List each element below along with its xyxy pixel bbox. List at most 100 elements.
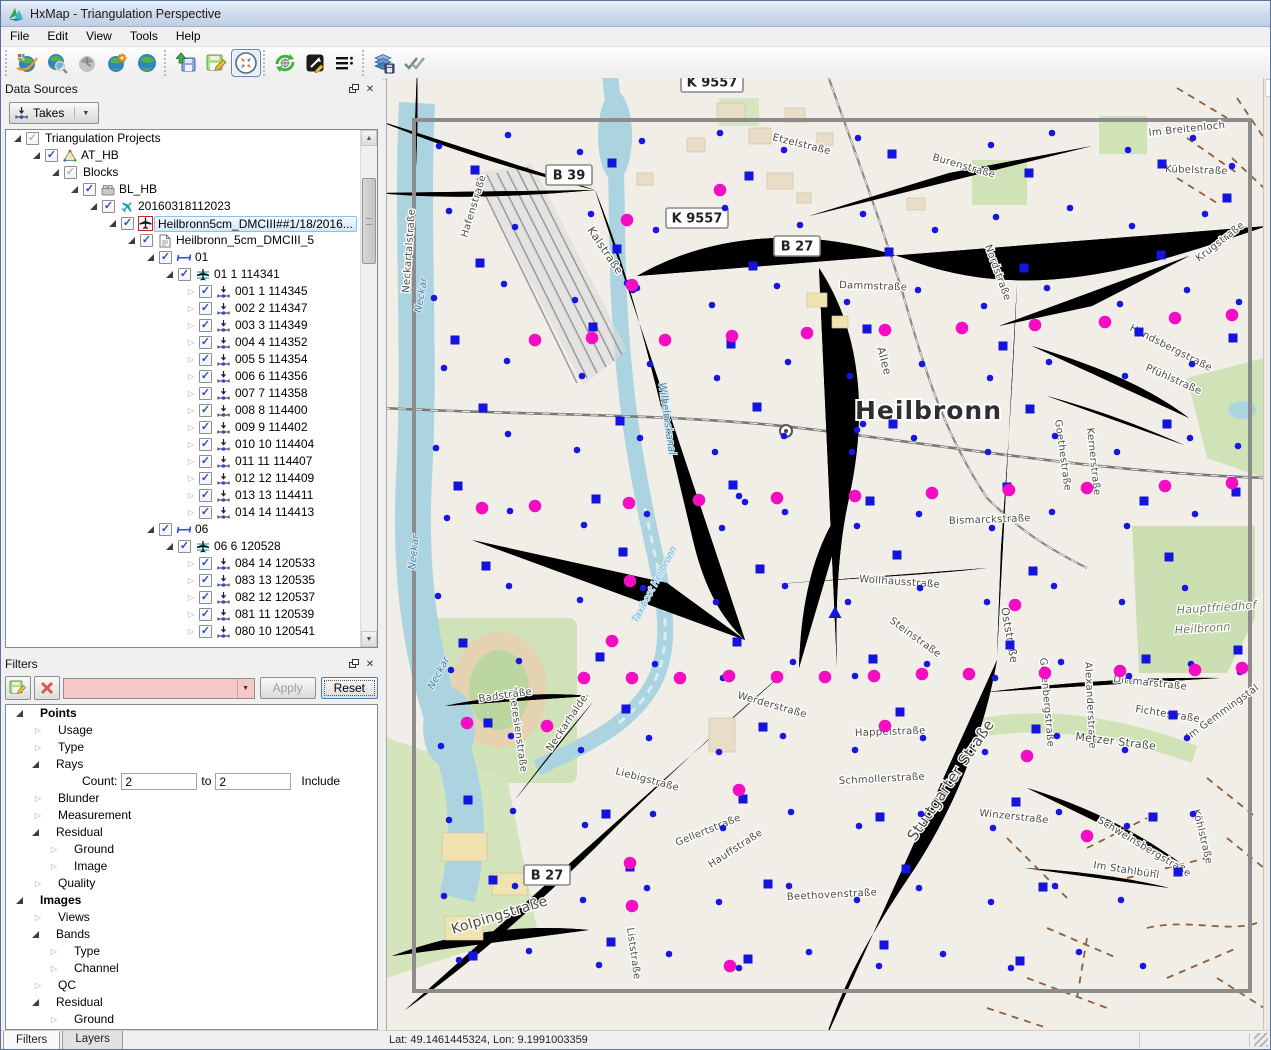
filters-tree[interactable]: Points▷Usage▷TypeRaysCount:toInclude▷Blu… bbox=[5, 704, 378, 1030]
expander-expanded-icon[interactable] bbox=[16, 710, 23, 717]
expander-collapsed-icon[interactable]: ▷ bbox=[185, 402, 197, 419]
expander-collapsed-icon[interactable]: ▷ bbox=[185, 487, 197, 504]
checkbox[interactable]: ✓ bbox=[199, 472, 212, 485]
menu-view[interactable]: View bbox=[77, 27, 121, 46]
expander-collapsed-icon[interactable]: ▷ bbox=[48, 960, 60, 977]
tree-item[interactable]: ▷✓084 14 120533 bbox=[6, 555, 377, 572]
expander-collapsed-icon[interactable]: ▷ bbox=[185, 453, 197, 470]
expander-expanded-icon[interactable] bbox=[14, 135, 21, 142]
filter-item[interactable]: Bands bbox=[6, 926, 377, 943]
filter-item[interactable]: ▷Ground bbox=[6, 1011, 377, 1028]
expander-collapsed-icon[interactable]: ▷ bbox=[185, 419, 197, 436]
expander-expanded-icon[interactable] bbox=[33, 152, 40, 159]
expander-collapsed-icon[interactable]: ▷ bbox=[32, 807, 44, 824]
layer-cache-button[interactable] bbox=[369, 49, 399, 77]
expander-expanded-icon[interactable] bbox=[32, 999, 39, 1006]
tree-item[interactable]: ▷✓006 6 114356 bbox=[6, 368, 377, 385]
tree-item[interactable]: ▷✓003 3 114349 bbox=[6, 317, 377, 334]
rays-count-to-input[interactable] bbox=[215, 773, 291, 790]
expander-expanded-icon[interactable] bbox=[32, 931, 39, 938]
validate-checks-button[interactable] bbox=[399, 49, 429, 77]
checkbox[interactable]: ✓ bbox=[83, 183, 96, 196]
checkbox[interactable]: ✓ bbox=[199, 285, 212, 298]
checkbox[interactable]: ✓ bbox=[64, 166, 77, 179]
checkbox[interactable]: ✓ bbox=[199, 404, 212, 417]
tree-item[interactable]: ▷✓001 1 114345 bbox=[6, 283, 377, 300]
expander-collapsed-icon[interactable]: ▷ bbox=[48, 858, 60, 875]
expander-expanded-icon[interactable] bbox=[90, 203, 97, 210]
checkbox[interactable]: ✓ bbox=[199, 387, 212, 400]
checkbox[interactable]: ✓ bbox=[199, 302, 212, 315]
checkbox[interactable]: ✓ bbox=[199, 506, 212, 519]
checkbox[interactable]: ✓ bbox=[199, 336, 212, 349]
checkbox[interactable]: ✓ bbox=[199, 455, 212, 468]
expander-expanded-icon[interactable] bbox=[147, 526, 154, 533]
save-filter-button[interactable] bbox=[5, 676, 31, 700]
filter-input[interactable] bbox=[64, 679, 237, 698]
expander-collapsed-icon[interactable]: ▷ bbox=[185, 300, 197, 317]
tree-item[interactable]: ▷✓007 7 114358 bbox=[6, 385, 377, 402]
checkbox[interactable]: ✓ bbox=[199, 574, 212, 587]
checkbox[interactable]: ✓ bbox=[199, 625, 212, 638]
expander-expanded-icon[interactable] bbox=[166, 543, 173, 550]
tree-item[interactable]: ✓06 bbox=[6, 521, 377, 538]
search-globe-button[interactable] bbox=[42, 49, 72, 77]
filter-item[interactable]: Rays bbox=[6, 756, 377, 773]
tab-layers[interactable]: Layers bbox=[62, 1031, 123, 1050]
title-bar[interactable]: HxMap - Triangulation Perspective bbox=[1, 1, 1270, 27]
expander-collapsed-icon[interactable]: ▷ bbox=[185, 623, 197, 640]
filter-item[interactable]: ▷Channel bbox=[6, 960, 377, 977]
expander-collapsed-icon[interactable]: ▷ bbox=[48, 943, 60, 960]
expander-collapsed-icon[interactable]: ▷ bbox=[32, 875, 44, 892]
save-edit-button[interactable] bbox=[201, 49, 231, 77]
tab-filters[interactable]: Filters bbox=[3, 1031, 60, 1050]
expander-collapsed-icon[interactable]: ▷ bbox=[32, 977, 44, 994]
filter-item[interactable]: ▷Usage bbox=[6, 722, 377, 739]
expander-collapsed-icon[interactable]: ▷ bbox=[32, 739, 44, 756]
checkbox[interactable]: ✓ bbox=[199, 489, 212, 502]
checkbox[interactable]: ✓ bbox=[178, 540, 191, 553]
tree-item[interactable]: ▷✓083 13 120535 bbox=[6, 572, 377, 589]
filter-item[interactable]: Residual bbox=[6, 824, 377, 841]
checkbox[interactable]: ✓ bbox=[199, 319, 212, 332]
expander-expanded-icon[interactable] bbox=[32, 761, 39, 768]
tree-item[interactable]: ✓Heilbronn5cm_DMCIII##1/18/2016... bbox=[6, 215, 377, 232]
filter-item[interactable]: Residual bbox=[6, 994, 377, 1011]
tree-item[interactable]: ✓Triangulation Projects bbox=[6, 130, 377, 147]
expander-collapsed-icon[interactable]: ▷ bbox=[32, 790, 44, 807]
expander-collapsed-icon[interactable]: ▷ bbox=[185, 351, 197, 368]
rays-count-from-input[interactable] bbox=[121, 773, 197, 790]
reset-button[interactable]: Reset bbox=[321, 677, 378, 699]
checkbox[interactable]: ✓ bbox=[26, 132, 39, 145]
float-pane-icon[interactable] bbox=[346, 657, 362, 671]
settings-globe-button[interactable] bbox=[102, 49, 132, 77]
filter-item[interactable]: ▷Ground bbox=[6, 841, 377, 858]
expander-collapsed-icon[interactable]: ▷ bbox=[185, 368, 197, 385]
filter-item[interactable]: ▷Type bbox=[6, 943, 377, 960]
expander-collapsed-icon[interactable]: ▷ bbox=[48, 841, 60, 858]
checkbox[interactable]: ✓ bbox=[199, 421, 212, 434]
checkbox[interactable]: ✓ bbox=[159, 251, 172, 264]
tree-item[interactable]: ▷✓014 14 114413 bbox=[6, 504, 377, 521]
filter-item[interactable]: ▷Image bbox=[6, 858, 377, 875]
tree-item[interactable]: ✓20160318112023 bbox=[6, 198, 377, 215]
expander-expanded-icon[interactable] bbox=[52, 169, 59, 176]
close-pane-icon[interactable]: ✕ bbox=[362, 82, 378, 96]
expander-collapsed-icon[interactable]: ▷ bbox=[185, 385, 197, 402]
expander-collapsed-icon[interactable]: ▷ bbox=[185, 572, 197, 589]
menu-file[interactable]: File bbox=[1, 27, 38, 46]
tree-item[interactable]: ▷✓013 13 114411 bbox=[6, 487, 377, 504]
checkbox[interactable]: ✓ bbox=[178, 268, 191, 281]
tree-item[interactable]: ▷✓080 10 120541 bbox=[6, 623, 377, 640]
tree-item[interactable]: ▷✓011 11 114407 bbox=[6, 453, 377, 470]
filter-item[interactable]: ▷Views bbox=[6, 909, 377, 926]
tree-item[interactable]: ▷✓004 4 114352 bbox=[6, 334, 377, 351]
offline-globe-button[interactable] bbox=[72, 49, 102, 77]
expander-collapsed-icon[interactable]: ▷ bbox=[185, 334, 197, 351]
tree-item[interactable]: ▷✓010 10 114404 bbox=[6, 436, 377, 453]
float-pane-icon[interactable] bbox=[346, 82, 362, 96]
edit-extent-button[interactable] bbox=[300, 49, 330, 77]
checkbox[interactable]: ✓ bbox=[159, 523, 172, 536]
tree-item[interactable]: ✓06 6 120528 bbox=[6, 538, 377, 555]
filter-item[interactable]: ▷Blunder bbox=[6, 790, 377, 807]
